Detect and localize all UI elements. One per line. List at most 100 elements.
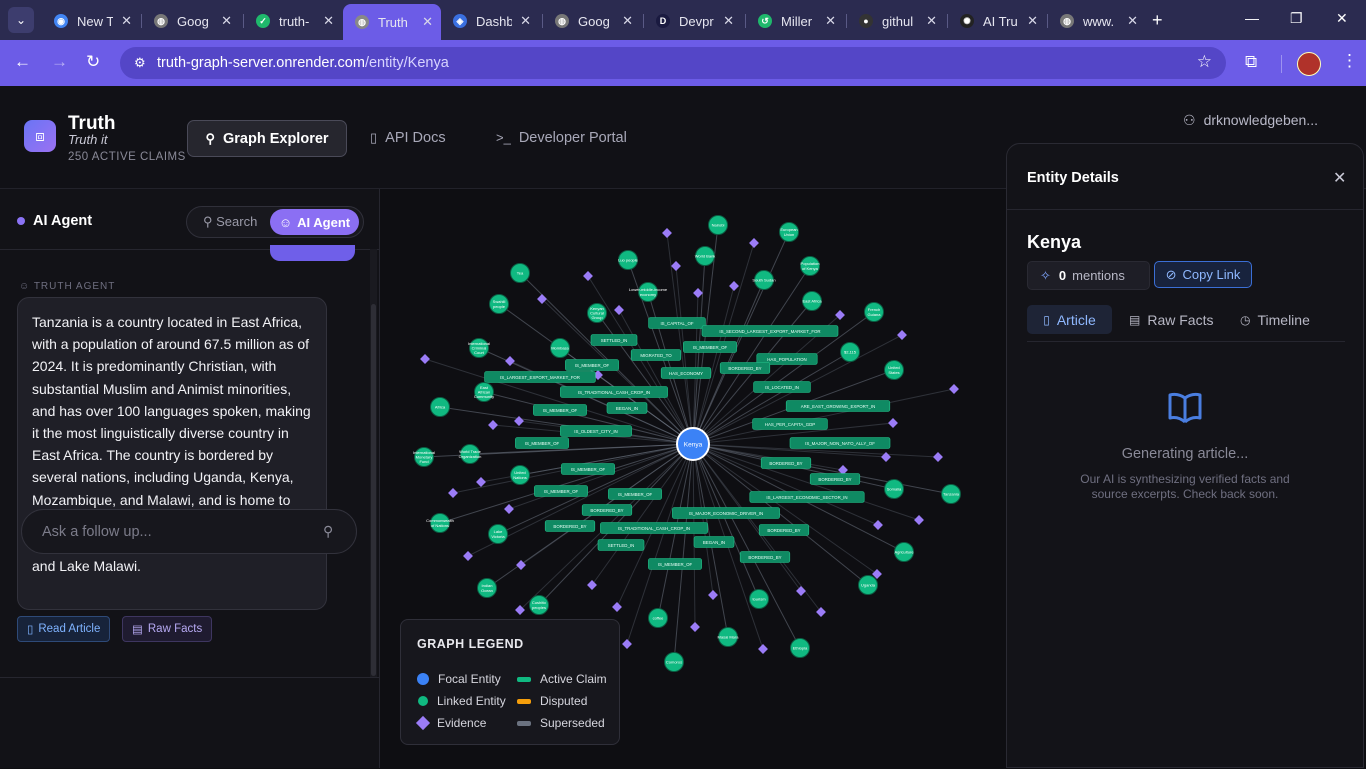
entity-node[interactable]: Comoros xyxy=(664,652,684,672)
claim-node[interactable]: BEGAN_IN xyxy=(693,536,735,548)
claim-node[interactable]: IS_MEMBER_OF xyxy=(608,488,662,500)
entity-node[interactable]: tourism xyxy=(749,589,769,609)
entity-node[interactable]: Agriculture xyxy=(894,542,914,562)
site-info-icon[interactable]: ⚙ xyxy=(134,55,146,71)
tab-close-icon[interactable]: ✕ xyxy=(1027,13,1038,29)
evidence-node[interactable] xyxy=(888,418,898,428)
browser-tab[interactable]: ◍ Goog ✕ xyxy=(543,6,641,36)
browser-tab[interactable]: ◈ Dashb ✕ xyxy=(441,6,539,36)
claim-node[interactable]: IS_LARGEST_ECONOMIC_SECTOR_IN xyxy=(749,491,865,503)
tab-timeline[interactable]: ◷ Timeline xyxy=(1240,305,1310,334)
nav-graph-explorer[interactable]: ⚲ Graph Explorer xyxy=(187,120,347,157)
claim-node[interactable]: BORDERED_BY xyxy=(544,520,596,532)
evidence-node[interactable] xyxy=(614,305,624,315)
claim-node[interactable]: BORDERED_BY xyxy=(758,524,810,536)
browser-tab[interactable]: ✓ truth- ✕ xyxy=(244,6,342,36)
evidence-node[interactable] xyxy=(671,261,681,271)
entity-node[interactable]: Tanzania xyxy=(941,484,961,504)
evidence-node[interactable] xyxy=(914,515,924,525)
entity-node[interactable]: Uganda xyxy=(858,575,878,595)
evidence-node[interactable] xyxy=(690,622,700,632)
tab-close-icon[interactable]: ✕ xyxy=(221,13,232,29)
minimize-icon[interactable]: — xyxy=(1245,10,1259,26)
entity-node[interactable]: FrenchGuiana xyxy=(864,302,884,322)
entity-node[interactable]: Populationof Kenya xyxy=(800,256,820,276)
focal-entity-node[interactable]: Kenya xyxy=(676,427,710,461)
evidence-node[interactable] xyxy=(897,330,907,340)
claim-node[interactable]: SETTLED_IN xyxy=(590,334,638,346)
claim-node[interactable]: SETTLED_IN xyxy=(597,539,645,551)
browser-tab[interactable]: ◍ Truth ✕ xyxy=(343,4,441,40)
entity-node[interactable]: World Bank xyxy=(695,246,716,266)
browser-menu-icon[interactable]: ⋮ xyxy=(1341,51,1358,71)
claim-node[interactable]: IS_SECOND_LARGEST_EXPORT_MARKET_FOR xyxy=(701,325,839,337)
entity-node[interactable]: Swahilipeople xyxy=(489,294,509,314)
entity-node[interactable]: World TradeOrganization xyxy=(459,444,482,464)
entity-node[interactable]: Ethiopia xyxy=(790,638,810,658)
mode-agent-button[interactable]: ☺ AI Agent xyxy=(270,209,359,235)
address-bar[interactable]: ⚙ truth-graph-server.onrender.com/entity… xyxy=(120,47,1226,79)
tab-article[interactable]: ▯ Article xyxy=(1027,305,1112,334)
claim-node[interactable]: BORDERED_BY xyxy=(739,551,791,563)
logo-icon[interactable]: ⧈ xyxy=(24,120,56,152)
mode-search-button[interactable]: ⚲ Search xyxy=(203,214,257,230)
claim-node[interactable]: BEGAN_IN xyxy=(606,402,648,414)
entity-node[interactable]: IndianOcean xyxy=(477,578,497,598)
entity-node[interactable]: South Sudan xyxy=(752,270,776,290)
claim-node[interactable]: IS_MEMBER_OF xyxy=(515,437,569,449)
claim-node[interactable]: HAS_PER_CAPITA_GDP xyxy=(752,418,828,430)
evidence-node[interactable] xyxy=(448,488,458,498)
claim-node[interactable]: BORDERED_BY xyxy=(809,473,861,485)
tab-close-icon[interactable]: ✕ xyxy=(723,13,734,29)
entity-node[interactable]: EuropeanUnion xyxy=(779,222,799,242)
new-tab-button[interactable]: + xyxy=(1152,10,1163,31)
evidence-node[interactable] xyxy=(816,607,826,617)
tab-close-icon[interactable]: ✕ xyxy=(121,13,132,29)
claim-node[interactable]: IS_OLDEST_CITY_IN xyxy=(560,425,632,437)
entity-node[interactable]: East Africa xyxy=(802,291,822,311)
entity-node[interactable]: EastAfricanCommunity xyxy=(474,382,494,402)
browser-tab[interactable]: ↺ Miller ✕ xyxy=(746,6,844,36)
evidence-node[interactable] xyxy=(881,452,891,462)
claim-node[interactable]: IS_CAPITAL_OF xyxy=(648,317,706,329)
entity-node[interactable]: Mombasa xyxy=(550,338,570,358)
tab-search-button[interactable]: ⌄ xyxy=(8,7,34,33)
nav-api-docs[interactable]: ▯ API Docs xyxy=(370,120,446,155)
evidence-node[interactable] xyxy=(949,384,959,394)
graph-edge[interactable] xyxy=(508,443,694,510)
entity-node[interactable]: Lower-middle-incomeeconomy xyxy=(629,282,668,302)
claim-node[interactable]: IS_LARGEST_EXPORT_MARKET_FOR xyxy=(484,371,596,383)
nav-developer-portal[interactable]: >_ Developer Portal xyxy=(496,120,627,155)
claim-node[interactable]: IS_MEMBER_OF xyxy=(534,485,588,497)
claim-node[interactable]: MIGRATED_TO xyxy=(630,349,682,361)
claim-node[interactable]: IS_LOCATED_IN xyxy=(753,381,811,393)
tab-close-icon[interactable]: ✕ xyxy=(926,13,937,29)
entity-node[interactable]: coffee xyxy=(648,608,668,628)
claim-node[interactable]: BORDERED_BY xyxy=(581,504,633,516)
claim-node[interactable]: IS_MAJOR_NON_NATO_ALLY_OF xyxy=(789,437,891,449)
graph-edge[interactable] xyxy=(666,232,694,445)
evidence-node[interactable] xyxy=(729,281,739,291)
entity-node[interactable]: Africa xyxy=(430,397,450,417)
browser-tab[interactable]: ◉ New T ✕ xyxy=(42,6,140,36)
evidence-node[interactable] xyxy=(420,354,430,364)
restore-icon[interactable]: ❐ xyxy=(1290,10,1303,27)
evidence-node[interactable] xyxy=(587,580,597,590)
browser-tab[interactable]: ◍ Goog ✕ xyxy=(142,6,240,36)
evidence-node[interactable] xyxy=(708,590,718,600)
evidence-node[interactable] xyxy=(488,420,498,430)
entity-node[interactable]: Nairobi xyxy=(708,215,728,235)
graph-edge[interactable] xyxy=(692,443,696,628)
graph-edge[interactable] xyxy=(673,443,694,663)
read-article-button[interactable]: ▯ Read Article xyxy=(17,616,111,642)
claim-node[interactable]: BORDERED_BY xyxy=(760,457,812,469)
claim-node[interactable]: IS_MEMBER_OF xyxy=(683,341,737,353)
entity-node[interactable]: Commonwealthof Nations xyxy=(426,513,454,533)
evidence-node[interactable] xyxy=(622,639,632,649)
evidence-node[interactable] xyxy=(749,238,759,248)
evidence-node[interactable] xyxy=(505,356,515,366)
back-icon[interactable]: ← xyxy=(14,52,31,72)
claim-node[interactable]: IS_MEMBER_OF xyxy=(561,463,615,475)
entity-node[interactable]: UnitedStates xyxy=(884,360,904,380)
evidence-node[interactable] xyxy=(796,586,806,596)
